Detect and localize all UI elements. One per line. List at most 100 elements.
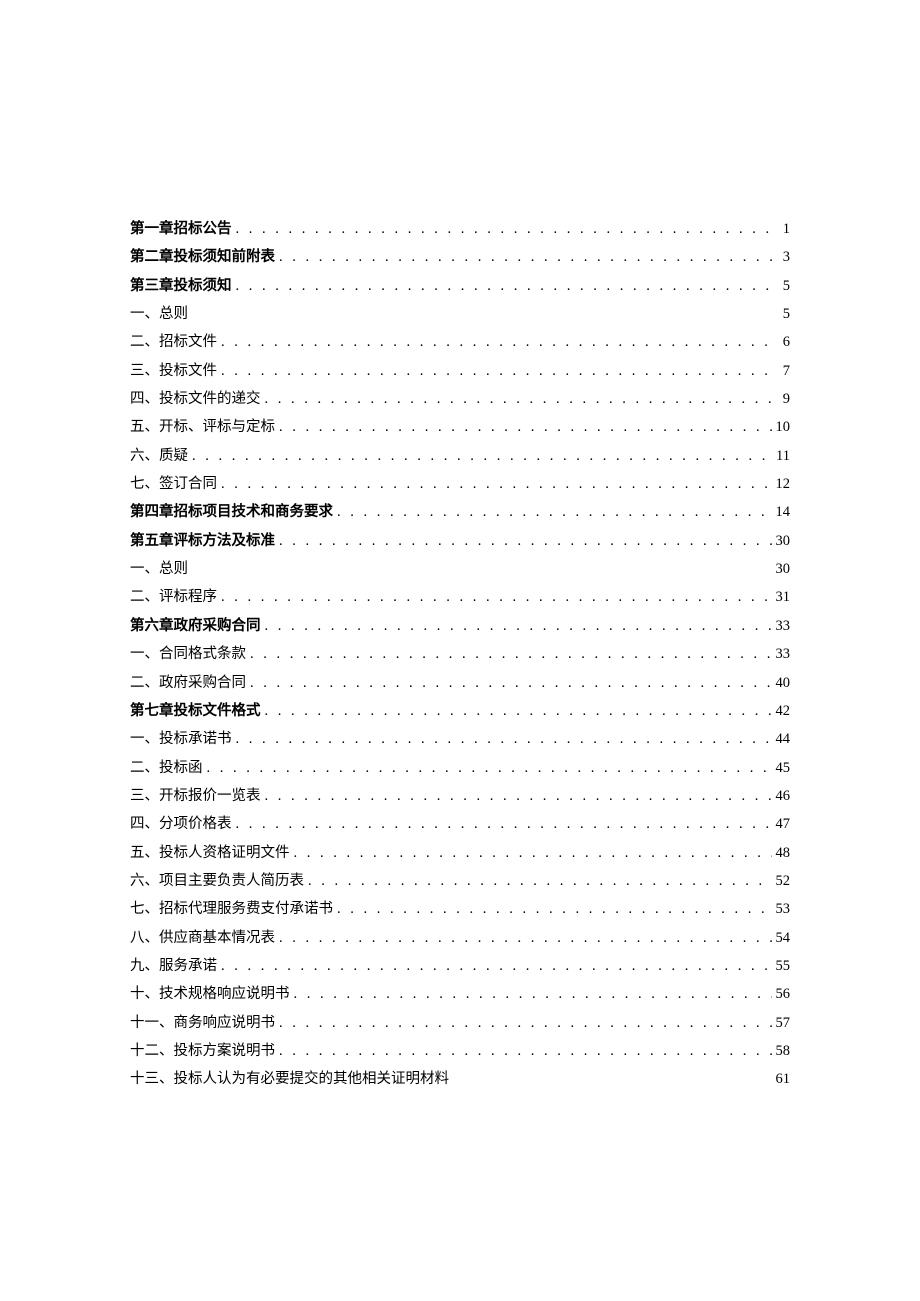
toc-entry: 第三章投标须知 5 [130, 277, 790, 296]
toc-title: 四、投标文件的递交 [130, 390, 261, 409]
toc-leader [290, 985, 773, 1004]
toc-page-number: 5 [772, 277, 790, 296]
toc-page-number: 31 [772, 588, 790, 607]
toc-entry: 二、政府采购合同 40 [130, 674, 790, 693]
toc-entry: 五、开标、评标与定标 10 [130, 418, 790, 437]
toc-entry: 七、签订合同 12 [130, 475, 790, 494]
toc-title: 二、招标文件 [130, 333, 217, 352]
toc-leader [246, 645, 772, 664]
toc-title: 第二章投标须知前附表 [130, 248, 275, 267]
toc-title: 十、技术规格响应说明书 [130, 985, 290, 1004]
toc-page-number: 14 [772, 503, 790, 522]
toc-leader [232, 277, 773, 296]
toc-title: 一、总则 [130, 305, 188, 324]
toc-title: 七、招标代理服务费支付承诺书 [130, 900, 333, 919]
toc-leader [261, 787, 773, 806]
toc-entry: 一、合同格式条款 33 [130, 645, 790, 664]
toc-page-number: 11 [772, 447, 790, 466]
toc-page-number: 33 [772, 617, 790, 636]
toc-title: 八、供应商基本情况表 [130, 929, 275, 948]
toc-entry: 八、供应商基本情况表 54 [130, 929, 790, 948]
toc-leader [232, 815, 773, 834]
toc-page-number: 30 [772, 532, 790, 551]
toc-entry: 六、质疑 11 [130, 447, 790, 466]
toc-leader [188, 447, 772, 466]
toc-entry: 五、投标人资格证明文件48 [130, 844, 790, 863]
toc-page-number: 44 [772, 730, 790, 749]
toc-leader [246, 674, 772, 693]
toc-title: 一、投标承诺书 [130, 730, 232, 749]
toc-leader [217, 957, 772, 976]
toc-title: 五、开标、评标与定标 [130, 418, 275, 437]
toc-title: 四、分项价格表 [130, 815, 232, 834]
toc-entry: 一、投标承诺书 44 [130, 730, 790, 749]
toc-leader [275, 1042, 772, 1061]
toc-leader [275, 532, 772, 551]
toc-entry: 二、投标函45 [130, 759, 790, 778]
toc-leader [275, 1014, 772, 1033]
toc-entry: 一、总则5 [130, 305, 790, 324]
toc-title: 第三章投标须知 [130, 277, 232, 296]
toc-leader [203, 759, 773, 778]
toc-entry: 第七章投标文件格式42 [130, 702, 790, 721]
toc-page-number: 10 [772, 418, 790, 437]
toc-title: 第四章招标项目技术和商务要求 [130, 503, 333, 522]
toc-page-number: 30 [772, 560, 790, 579]
toc-leader [261, 617, 773, 636]
toc-entry: 第一章招标公告 1 [130, 220, 790, 239]
toc-page-number: 7 [772, 362, 790, 381]
toc-page-number: 57 [772, 1014, 790, 1033]
toc-entry: 十三、投标人认为有必要提交的其他相关证明材料61 [130, 1070, 790, 1089]
toc-page-number: 9 [772, 390, 790, 409]
toc-leader [261, 702, 773, 721]
toc-leader [217, 333, 772, 352]
toc-entry: 四、分项价格表 47 [130, 815, 790, 834]
toc-leader [217, 362, 772, 381]
toc-title: 三、开标报价一览表 [130, 787, 261, 806]
toc-entry: 三、投标文件7 [130, 362, 790, 381]
toc-page-number: 48 [772, 844, 790, 863]
toc-page-number: 40 [772, 674, 790, 693]
toc-page-number: 6 [772, 333, 790, 352]
toc-page-number: 54 [772, 929, 790, 948]
toc-leader [333, 503, 772, 522]
toc-title: 六、质疑 [130, 447, 188, 466]
toc-leader [232, 220, 773, 239]
toc-title: 第六章政府采购合同 [130, 617, 261, 636]
toc-title: 七、签订合同 [130, 475, 217, 494]
toc-entry: 十二、投标方案说明书58 [130, 1042, 790, 1061]
toc-title: 六、项目主要负责人简历表 [130, 872, 304, 891]
toc-page-number: 3 [772, 248, 790, 267]
toc-title: 第一章招标公告 [130, 220, 232, 239]
toc-page-number: 55 [772, 957, 790, 976]
toc-page-number: 61 [772, 1070, 790, 1089]
toc-page-number: 53 [772, 900, 790, 919]
toc-page-number: 52 [772, 872, 790, 891]
toc-title: 二、评标程序 [130, 588, 217, 607]
toc-entry: 七、招标代理服务费支付承诺书 53 [130, 900, 790, 919]
toc-leader [304, 872, 772, 891]
toc-leader [217, 475, 772, 494]
toc-entry: 六、项目主要负责人简历表 52 [130, 872, 790, 891]
toc-title: 二、政府采购合同 [130, 674, 246, 693]
toc-entry: 十一、商务响应说明书 57 [130, 1014, 790, 1033]
toc-leader [232, 730, 773, 749]
toc-page-number: 33 [772, 645, 790, 664]
toc-title: 十一、商务响应说明书 [130, 1014, 275, 1033]
toc-page-number: 1 [772, 220, 790, 239]
toc-title: 一、合同格式条款 [130, 645, 246, 664]
toc-title: 一、总则 [130, 560, 188, 579]
toc-entry: 第四章招标项目技术和商务要求 14 [130, 503, 790, 522]
toc-leader [217, 588, 772, 607]
toc-page-number: 47 [772, 815, 790, 834]
toc-page-number: 45 [772, 759, 790, 778]
toc-entry: 二、评标程序 31 [130, 588, 790, 607]
toc-entry: 四、投标文件的递交 9 [130, 390, 790, 409]
toc-page-number: 56 [772, 985, 790, 1004]
toc-entry: 第六章政府采购合同 33 [130, 617, 790, 636]
toc-title: 第七章投标文件格式 [130, 702, 261, 721]
toc-entry: 一、总则 30 [130, 560, 790, 579]
toc-leader [275, 929, 772, 948]
toc-entry: 第二章投标须知前附表 3 [130, 248, 790, 267]
toc-page-number: 12 [772, 475, 790, 494]
